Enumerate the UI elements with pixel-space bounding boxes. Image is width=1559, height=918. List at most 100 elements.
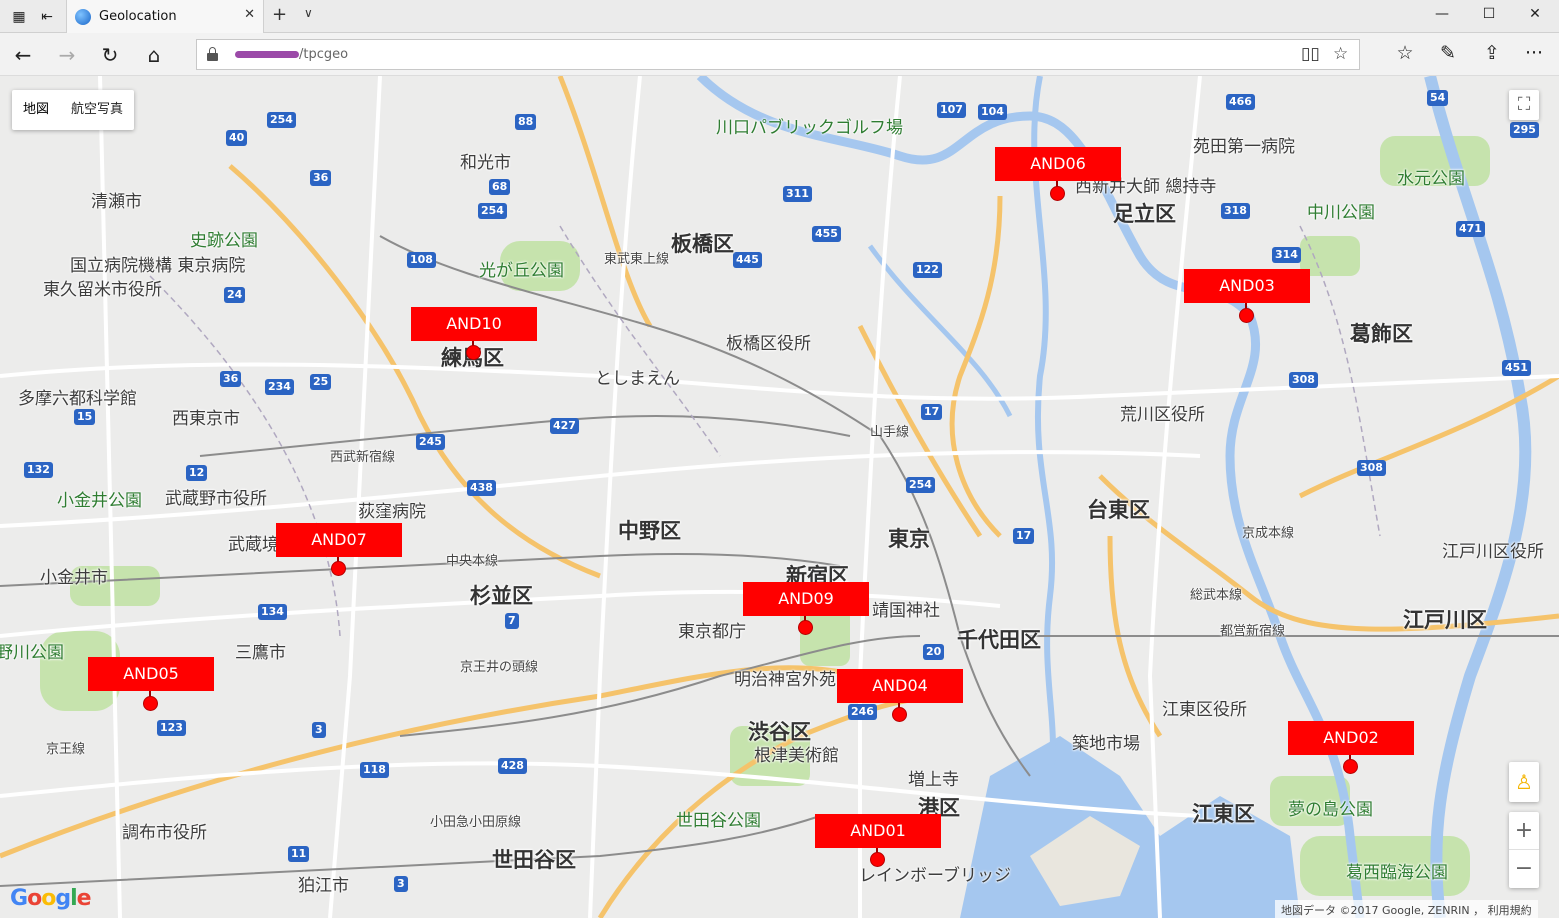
marker-pin[interactable] bbox=[798, 620, 813, 635]
route-shield: 12 bbox=[186, 465, 208, 481]
marker-pin[interactable] bbox=[331, 561, 346, 576]
place-label: 江東区 bbox=[1192, 802, 1255, 826]
place-label: 世田谷区 bbox=[492, 848, 576, 872]
route-shield: 314 bbox=[1272, 247, 1301, 263]
place-label: 根津美術館 bbox=[754, 746, 839, 766]
place-label: 和光市 bbox=[460, 153, 511, 173]
route-shield: 471 bbox=[1456, 221, 1485, 237]
place-label: としまえん bbox=[595, 369, 680, 389]
place-label: 板橋区 bbox=[671, 232, 734, 256]
back-button[interactable]: ← bbox=[10, 42, 36, 68]
place-label: 東京 bbox=[888, 527, 930, 551]
place-label: 荻窪病院 bbox=[358, 502, 426, 522]
new-tab-button[interactable]: + bbox=[272, 4, 287, 25]
fullscreen-icon[interactable]: ⛶ bbox=[1509, 90, 1539, 120]
place-label: 国立病院機構 東京病院 bbox=[70, 256, 246, 276]
minimize-button[interactable]: — bbox=[1431, 6, 1453, 22]
park-label: 世田谷公園 bbox=[676, 811, 761, 831]
marker-pin[interactable] bbox=[466, 345, 481, 360]
route-shield: 245 bbox=[416, 434, 445, 450]
tab-set-aside-icon[interactable]: ▦ bbox=[8, 6, 30, 28]
place-label: 足立区 bbox=[1113, 202, 1176, 226]
zoom-out-button[interactable]: − bbox=[1509, 850, 1539, 888]
route-shield: 455 bbox=[812, 226, 841, 242]
lock-icon bbox=[207, 47, 218, 61]
map-canvas[interactable]: 254 88 40 107 104 466 54 295 36 68 311 3… bbox=[0, 76, 1559, 918]
marker-pin[interactable] bbox=[1050, 186, 1065, 201]
tab-geolocation[interactable]: Geolocation ✕ bbox=[66, 0, 264, 33]
place-label: 杉並区 bbox=[470, 584, 533, 608]
place-label: 葛飾区 bbox=[1350, 322, 1413, 346]
marker-pin[interactable] bbox=[892, 707, 907, 722]
web-note-icon[interactable]: ✎ bbox=[1436, 42, 1460, 64]
route-shield: 122 bbox=[913, 262, 942, 278]
place-label: 荒川区役所 bbox=[1120, 405, 1205, 425]
forward-button[interactable]: → bbox=[54, 42, 80, 68]
route-shield: 108 bbox=[407, 252, 436, 268]
tab-preview-icon[interactable]: ⇤ bbox=[36, 6, 58, 28]
rail-label: 京成本線 bbox=[1242, 526, 1295, 541]
marker-label[interactable]: AND04 bbox=[837, 669, 963, 703]
route-shield: 308 bbox=[1289, 372, 1318, 388]
rail-label: 東武東上線 bbox=[604, 252, 670, 267]
marker-label[interactable]: AND02 bbox=[1288, 721, 1414, 755]
url-text: /tpcgeo bbox=[299, 47, 349, 62]
more-menu-icon[interactable]: ··· bbox=[1522, 42, 1546, 64]
place-label: 中野区 bbox=[618, 519, 681, 543]
address-bar[interactable]: /tpcgeo ▯▯ ☆ bbox=[196, 39, 1360, 70]
route-shield: 254 bbox=[478, 203, 507, 219]
zoom-control: + − bbox=[1509, 812, 1539, 888]
share-icon[interactable]: ⇪ bbox=[1480, 42, 1504, 64]
rail-label: 京王井の頭線 bbox=[460, 660, 539, 675]
place-label: 小金井市 bbox=[40, 568, 108, 588]
marker-pin[interactable] bbox=[870, 852, 885, 867]
marker-pin[interactable] bbox=[1239, 308, 1254, 323]
tab-list-chevron-icon[interactable]: ∨ bbox=[304, 6, 313, 20]
route-shield: 254 bbox=[267, 112, 296, 128]
home-button[interactable]: ⌂ bbox=[141, 42, 167, 68]
route-shield: 123 bbox=[157, 720, 186, 736]
reading-view-icon[interactable]: ▯▯ bbox=[1301, 44, 1320, 64]
marker-label[interactable]: AND09 bbox=[743, 582, 869, 616]
tab-close-icon[interactable]: ✕ bbox=[244, 7, 255, 22]
marker-label[interactable]: AND05 bbox=[88, 657, 214, 691]
place-label: 東久留米市役所 bbox=[43, 280, 162, 300]
route-shield: 246 bbox=[848, 704, 877, 720]
rail-label: 西武新宿線 bbox=[330, 450, 396, 465]
google-logo[interactable]: Google bbox=[10, 886, 92, 911]
park-label: 夢の島公園 bbox=[1288, 800, 1373, 820]
route-shield: 36 bbox=[310, 170, 332, 186]
place-label: 千代田区 bbox=[957, 628, 1041, 652]
close-button[interactable]: ✕ bbox=[1524, 6, 1546, 22]
favorite-star-icon[interactable]: ☆ bbox=[1333, 44, 1348, 64]
marker-label[interactable]: AND07 bbox=[276, 523, 402, 557]
route-shield: 20 bbox=[923, 644, 945, 660]
map-attribution[interactable]: 地図データ ©2017 Google, ZENRIN ， 利用規約 bbox=[1275, 900, 1538, 918]
marker-label[interactable]: AND03 bbox=[1184, 269, 1310, 303]
park-label: 水元公園 bbox=[1397, 169, 1465, 189]
marker-label[interactable]: AND01 bbox=[815, 814, 941, 848]
map-type-roadmap-button[interactable]: 地図 bbox=[12, 90, 60, 130]
maximize-button[interactable]: ☐ bbox=[1478, 6, 1500, 22]
favorites-hub-icon[interactable]: ☆ bbox=[1393, 42, 1417, 64]
tab-title: Geolocation bbox=[99, 9, 177, 24]
marker-pin[interactable] bbox=[1343, 759, 1358, 774]
map-type-satellite-button[interactable]: 航空写真 bbox=[60, 90, 134, 130]
marker-label[interactable]: AND10 bbox=[411, 307, 537, 341]
route-shield: 308 bbox=[1357, 460, 1386, 476]
route-shield: 54 bbox=[1427, 90, 1449, 106]
route-shield: 104 bbox=[978, 104, 1007, 120]
park-label: 小金井公園 bbox=[57, 491, 142, 511]
refresh-button[interactable]: ↻ bbox=[97, 42, 123, 68]
park-label: 野川公園 bbox=[0, 643, 64, 663]
place-label: 狛江市 bbox=[298, 876, 349, 896]
route-shield: 68 bbox=[489, 179, 511, 195]
route-shield: 451 bbox=[1502, 360, 1531, 376]
street-view-pegman-icon[interactable]: ♙ bbox=[1509, 762, 1539, 802]
redacted-host bbox=[235, 51, 299, 58]
title-bar: ▦ ⇤ Geolocation ✕ + ∨ — ☐ ✕ bbox=[0, 0, 1559, 33]
place-label: 築地市場 bbox=[1072, 734, 1140, 754]
zoom-in-button[interactable]: + bbox=[1509, 812, 1539, 850]
marker-label[interactable]: AND06 bbox=[995, 147, 1121, 181]
marker-pin[interactable] bbox=[143, 696, 158, 711]
